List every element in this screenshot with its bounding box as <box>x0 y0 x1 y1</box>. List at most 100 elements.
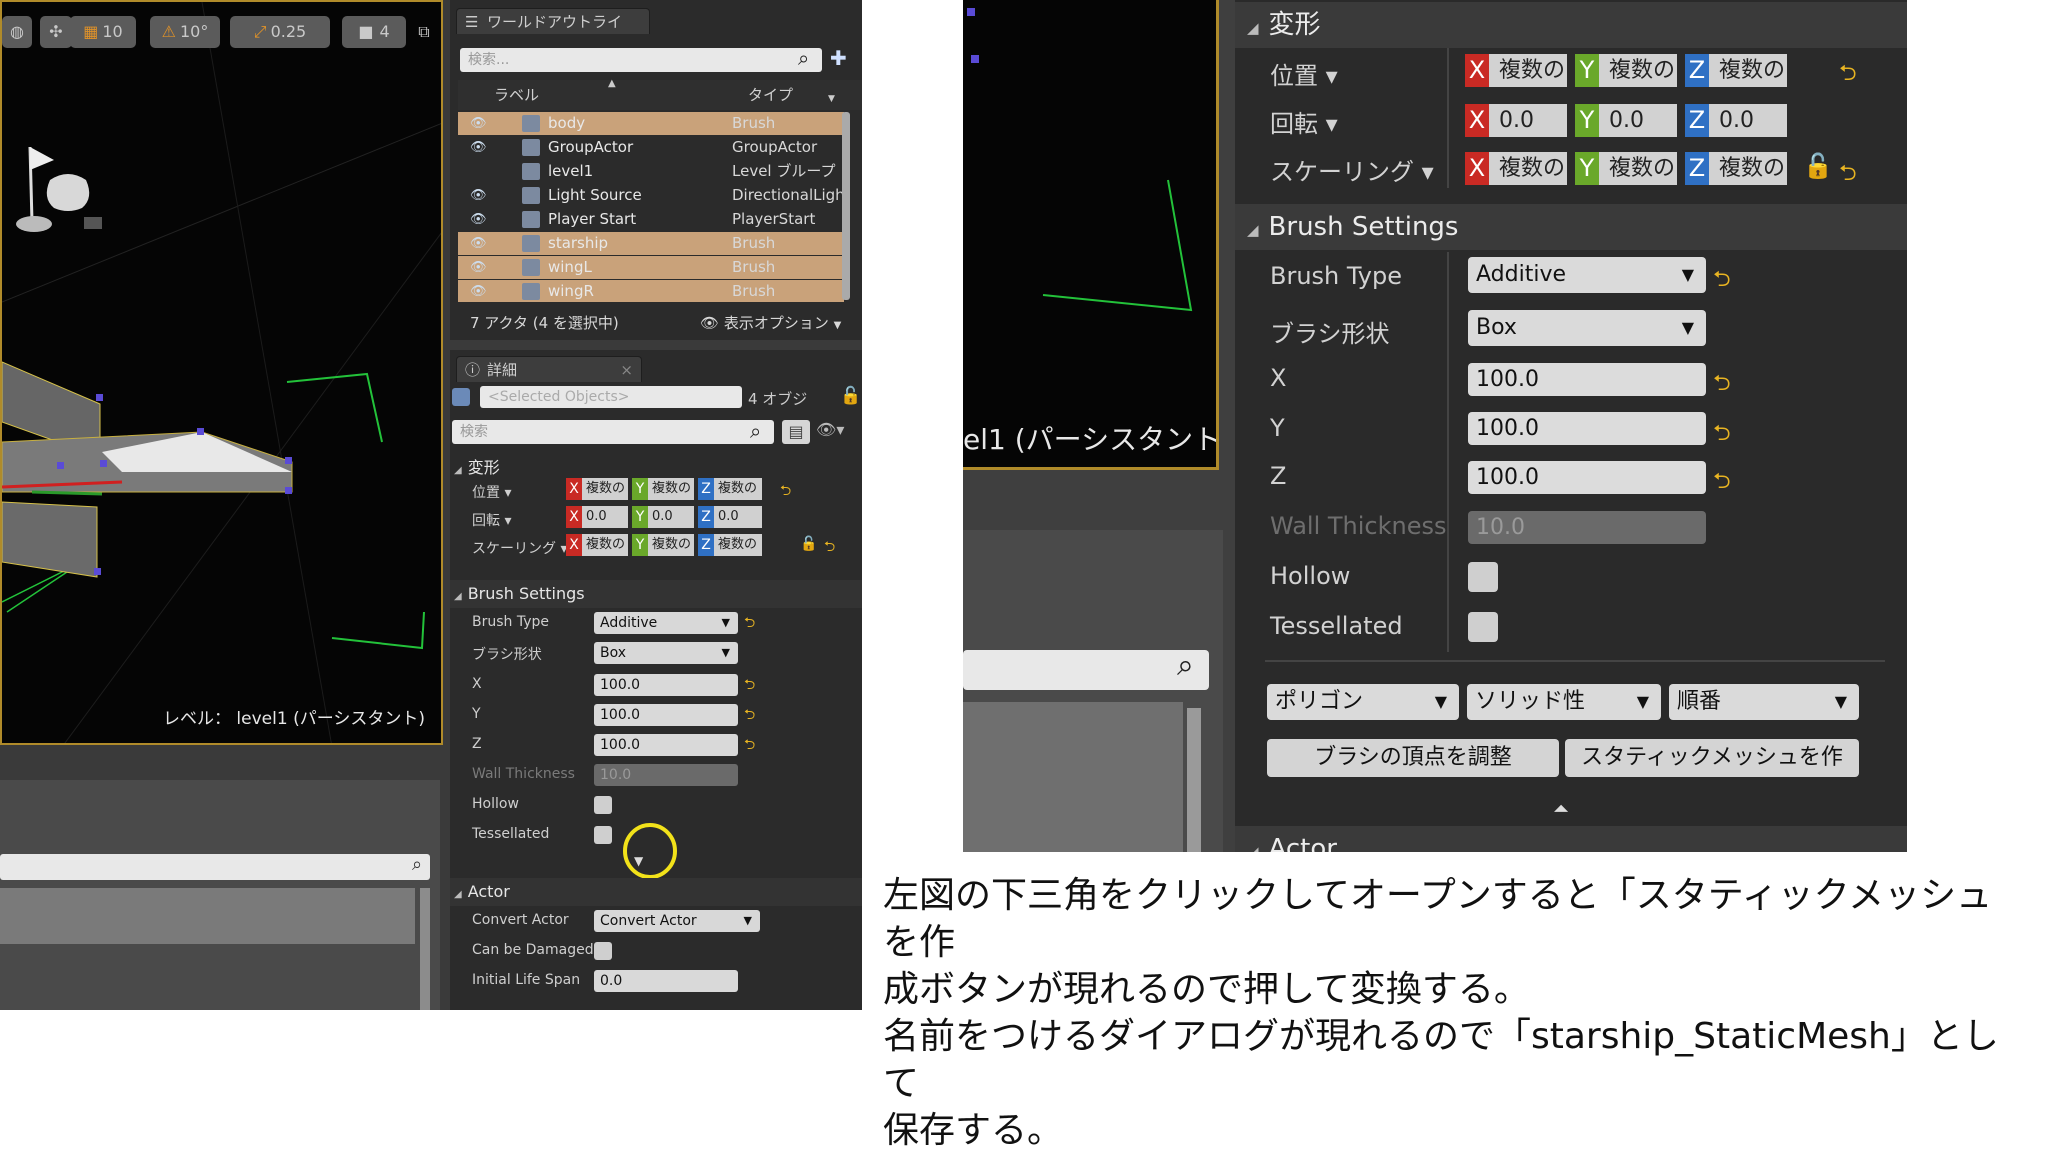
reset-arrow-icon[interactable]: ⮌ <box>1839 156 1857 194</box>
z-field[interactable]: 100.0 <box>594 734 738 756</box>
eye-icon[interactable]: 👁 <box>470 112 487 135</box>
outliner-row[interactable]: 👁 body Brush <box>458 112 844 135</box>
collapse-advanced-icon[interactable]: ⏶ <box>1553 796 1569 820</box>
brush-shape-dropdown[interactable]: Box ▼ <box>594 642 738 664</box>
zoomed-location-label[interactable]: 位置 ▾ <box>1270 56 1338 91</box>
content-scrollbar[interactable] <box>420 888 430 1010</box>
add-folder-icon[interactable]: ✚ <box>830 46 847 70</box>
details-search-input[interactable]: 検索 <box>452 420 774 444</box>
grid-snap-button[interactable]: ▦ 10 <box>70 16 136 48</box>
scale-x-field[interactable]: 複数の <box>582 534 628 556</box>
zoomed-y-field[interactable]: 100.0 <box>1468 412 1706 445</box>
zoomed-location-z-field[interactable]: 複数の <box>1709 54 1787 87</box>
adjust-brush-vertices-button[interactable]: ブラシの頂点を調整 <box>1267 739 1559 777</box>
zoomed-rotation-z-field[interactable]: 0.0 <box>1709 104 1787 137</box>
zoomed-brush-type-dropdown[interactable]: Additive ▼ <box>1468 257 1706 293</box>
outliner-row[interactable]: 👁 wingR Brush <box>458 280 844 302</box>
eye-icon[interactable]: 👁▾ <box>816 420 844 439</box>
x-field[interactable]: 100.0 <box>594 674 738 696</box>
level-viewport[interactable]: ◍ ✣ ▦ 10 ⚠ 10° ⤢ 0.25 ■ 4 ⧉ レベル： level1 (パーシ… <box>0 0 443 745</box>
actor-header[interactable]: ◢ Actor <box>454 882 510 901</box>
reset-arrow-icon[interactable]: ⮌ <box>744 734 755 758</box>
zoomed-scale-label[interactable]: スケーリング ▾ <box>1270 152 1434 187</box>
rotation-x-field[interactable]: 0.0 <box>582 506 628 528</box>
column-label[interactable]: ラベル <box>494 84 539 105</box>
rotation-label[interactable]: 回転 ▾ <box>472 510 511 530</box>
zoomed-scrollbar[interactable] <box>1187 708 1201 852</box>
zoomed-hollow-checkbox[interactable] <box>1468 562 1498 592</box>
eye-icon[interactable]: 👁 <box>470 208 487 231</box>
search-icon[interactable]: ⌕ <box>412 854 422 875</box>
realtime-icon[interactable]: ◍ <box>2 16 32 48</box>
close-icon[interactable]: × <box>620 357 633 383</box>
property-matrix-icon[interactable]: ▤ <box>782 420 810 444</box>
convert-actor-dropdown[interactable]: Convert Actor ▼ <box>594 910 760 932</box>
zoomed-actor-header[interactable]: ◢ Actor <box>1235 826 1907 852</box>
outliner-row[interactable]: 👁 Player Start PlayerStart <box>458 208 844 231</box>
eye-icon[interactable]: 👁 <box>470 184 487 207</box>
location-z-field[interactable]: 複数の <box>714 478 762 500</box>
reset-arrow-icon[interactable]: ⮌ <box>1713 366 1731 404</box>
solidity-dropdown[interactable]: ソリッド性 ▼ <box>1467 684 1661 720</box>
reset-arrow-icon[interactable]: ⮌ <box>744 704 755 728</box>
scale-label[interactable]: スケーリング ▾ <box>472 538 567 558</box>
order-dropdown[interactable]: 順番 ▼ <box>1669 684 1859 720</box>
reset-arrow-icon[interactable]: ⮌ <box>744 674 755 698</box>
zoomed-rotation-y-field[interactable]: 0.0 <box>1599 104 1677 137</box>
y-field[interactable]: 100.0 <box>594 704 738 726</box>
zoomed-z-field[interactable]: 100.0 <box>1468 461 1706 494</box>
outliner-row[interactable]: 👁 GroupActor GroupActor <box>458 136 844 159</box>
hollow-checkbox[interactable] <box>594 796 612 814</box>
scale-z-field[interactable]: 複数の <box>714 534 762 556</box>
location-y-field[interactable]: 複数の <box>648 478 694 500</box>
zoomed-rotation-label[interactable]: 回転 ▾ <box>1270 104 1338 139</box>
zoomed-scale-z-field[interactable]: 複数の <box>1709 152 1787 185</box>
eye-icon[interactable]: 👁 <box>470 280 487 302</box>
rotation-z-field[interactable]: 0.0 <box>714 506 762 528</box>
outliner-scrollbar[interactable] <box>842 112 850 300</box>
tab-world-outliner[interactable]: ☰ ワールドアウトライ <box>456 8 650 34</box>
eye-icon[interactable]: 👁 <box>470 136 487 159</box>
brush-settings-header[interactable]: ◢ Brush Settings <box>454 584 585 603</box>
column-type[interactable]: タイプ <box>748 84 793 105</box>
initial-life-span-field[interactable]: 0.0 <box>594 970 738 992</box>
location-x-field[interactable]: 複数の <box>582 478 628 500</box>
zoomed-location-y-field[interactable]: 複数の <box>1599 54 1677 87</box>
zoomed-transform-header[interactable]: ◢ 変形 <box>1235 2 1907 48</box>
zoomed-scale-y-field[interactable]: 複数の <box>1599 152 1677 185</box>
rotation-snap-button[interactable]: ⚠ 10° <box>150 16 220 48</box>
view-options-button[interactable]: 👁 表示オプション ▼ <box>700 312 841 333</box>
outliner-row[interactable]: 👁 starship Brush <box>458 232 844 255</box>
tessellated-checkbox[interactable] <box>594 826 612 844</box>
eye-icon[interactable]: 👁 <box>470 232 487 255</box>
polygon-dropdown[interactable]: ポリゴン ▼ <box>1267 684 1459 720</box>
reset-arrow-icon[interactable]: ⮌ <box>744 612 755 636</box>
reset-arrow-icon[interactable]: ⮌ <box>780 480 791 504</box>
outliner-row[interactable]: level1 Level ブループ <box>458 160 844 183</box>
eye-icon[interactable]: 👁 <box>470 256 487 279</box>
rotation-y-field[interactable]: 0.0 <box>648 506 694 528</box>
location-label[interactable]: 位置 ▾ <box>472 482 511 502</box>
reset-arrow-icon[interactable]: ⮌ <box>1713 416 1731 454</box>
transform-header[interactable]: ◢ 変形 <box>454 454 500 478</box>
brush-type-dropdown[interactable]: Additive ▼ <box>594 612 738 634</box>
outliner-search-input[interactable]: 検索... <box>460 48 822 72</box>
scale-snap-button[interactable]: ⤢ 0.25 <box>230 16 330 48</box>
reset-arrow-icon[interactable]: ⮌ <box>1713 464 1731 502</box>
can-be-damaged-checkbox[interactable] <box>594 942 612 960</box>
lock-icon[interactable]: 🔓 <box>840 386 861 406</box>
lock-icon[interactable]: 🔓 <box>800 536 817 552</box>
outliner-row[interactable]: 👁 wingL Brush <box>458 256 844 279</box>
maximize-icon[interactable]: ⧉ <box>412 16 436 48</box>
scale-y-field[interactable]: 複数の <box>648 534 694 556</box>
zoomed-tessellated-checkbox[interactable] <box>1468 612 1498 642</box>
zoomed-x-field[interactable]: 100.0 <box>1468 363 1706 396</box>
search-icon[interactable]: ⌕ <box>798 46 809 70</box>
zoomed-search-input[interactable] <box>963 650 1209 690</box>
transform-mode-icon[interactable]: ✣ <box>40 16 72 48</box>
zoomed-location-x-field[interactable]: 複数の <box>1489 54 1567 87</box>
reset-arrow-icon[interactable]: ⮌ <box>824 536 835 560</box>
outliner-row[interactable]: 👁 Light Source DirectionalLigh <box>458 184 844 207</box>
zoomed-brush-shape-dropdown[interactable]: Box ▼ <box>1468 310 1706 346</box>
zoomed-brush-settings-header[interactable]: ◢ Brush Settings <box>1235 204 1907 250</box>
